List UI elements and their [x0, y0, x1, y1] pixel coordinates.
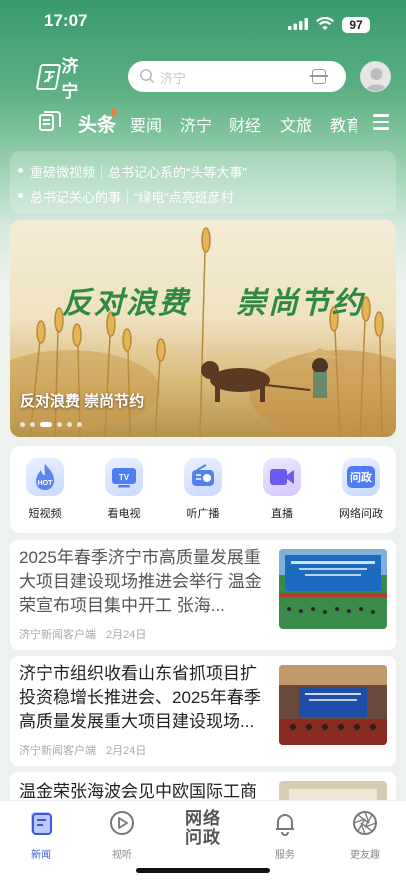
battery-indicator: 97 — [342, 17, 370, 33]
carousel-dot-active — [40, 422, 52, 427]
cellular-signal-icon — [288, 18, 308, 30]
hot-flame-icon: HOT — [26, 458, 64, 496]
news-card[interactable]: 2025年春季济宁市高质量发展重大项目建设现场推进会举行 温金荣宣布项目集中开工… — [10, 540, 396, 650]
banner-headline-right: 崇尚节约 — [236, 286, 364, 321]
quick-short-video[interactable]: HOT 短视频 — [15, 458, 75, 521]
tab-finance[interactable]: 财经 — [229, 112, 261, 136]
nav-label: 新闻 — [31, 850, 51, 861]
aperture-icon — [353, 811, 377, 835]
quick-label: 网络问政 — [339, 508, 383, 520]
live-camera-icon — [263, 458, 301, 496]
menu-icon[interactable] — [373, 114, 389, 130]
bell-icon — [276, 814, 294, 836]
quick-wenzheng[interactable]: 问政 网络问政 — [331, 458, 391, 521]
news-date: 2月24日 — [106, 745, 147, 757]
carousel-dot — [67, 422, 72, 427]
quick-watch-tv[interactable]: TV 看电视 — [94, 458, 154, 521]
banner-carousel[interactable]: 反对浪费 崇尚节约 反对浪费 崇尚节约 — [10, 220, 396, 437]
quick-entry-panel: HOT 短视频 TV 看电视 听广播 直播 问政 网络问政 — [10, 446, 396, 533]
tab-education[interactable]: 教育 — [330, 112, 357, 136]
nav-av[interactable]: 视听 — [92, 809, 152, 861]
tv-icon: TV — [105, 458, 143, 496]
carousel-dot — [77, 422, 82, 427]
nav-wenzheng-bottom: 问政 — [185, 828, 221, 847]
ticker-item[interactable]: 总书记关心的事｜“绿电”点亮班彦村 — [18, 187, 234, 206]
radio-icon — [184, 458, 222, 496]
logo-text: 济宁 — [61, 57, 79, 101]
carousel-dots — [20, 422, 82, 427]
channel-stack-icon[interactable] — [38, 110, 62, 134]
nav-label: 服务 — [275, 850, 295, 861]
carousel-dot — [30, 422, 35, 427]
event-stage-image — [279, 549, 387, 629]
quick-listen-radio[interactable]: 听广播 — [173, 458, 233, 521]
news-thumbnail — [279, 665, 387, 745]
quick-live[interactable]: 直播 — [252, 458, 312, 521]
hot-label: HOT — [38, 480, 54, 487]
nav-wenzheng[interactable]: 网络 问政 — [178, 809, 228, 847]
nav-news[interactable]: 新闻 — [11, 809, 71, 861]
meeting-hall-image — [279, 665, 387, 745]
nav-service[interactable]: 服务 — [255, 809, 315, 861]
hot-badge-icon — [111, 107, 117, 117]
wifi-icon — [316, 17, 334, 30]
news-title: 2025年春季济宁市高质量发展重大项目建设现场推进会举行 温金荣宣布项目集中开工… — [19, 548, 262, 615]
news-card[interactable]: 济宁市组织收看山东省抓项目扩投资稳增长推进会、2025年春季高质量发展重大项目建… — [10, 656, 396, 766]
home-indicator — [136, 868, 270, 873]
news-title: 济宁市组织收看山东省抓项目扩投资稳增长推进会、2025年春季高质量发展重大项目建… — [19, 664, 261, 731]
play-icon — [110, 811, 134, 835]
carousel-dot — [20, 422, 25, 427]
search-icon — [140, 69, 155, 84]
news-meta: 济宁新闻客户端 2月24日 — [19, 742, 146, 758]
nav-fun[interactable]: 更友趣 — [335, 809, 395, 861]
status-time: 17:07 — [44, 11, 88, 30]
search-placeholder: 济宁 — [160, 71, 187, 86]
nav-label: 更友趣 — [350, 850, 380, 861]
news-date: 2月24日 — [106, 629, 147, 641]
avatar[interactable] — [360, 61, 391, 92]
nav-label: 视听 — [112, 850, 132, 861]
tab-news[interactable]: 要闻 — [130, 112, 162, 136]
scan-icon[interactable] — [310, 69, 328, 84]
quick-label: 听广播 — [186, 508, 220, 520]
wenzheng-icon-text: 问政 — [347, 466, 375, 488]
tab-jining[interactable]: 济宁 — [180, 112, 212, 136]
logo-mark-icon — [35, 64, 62, 90]
news-source: 济宁新闻客户端 — [19, 629, 96, 641]
news-ticker[interactable]: 重磅微视频｜总书记心系的“头等大事” 总书记关心的事｜“绿电”点亮班彦村 — [10, 151, 396, 213]
status-bar: 17:07 97 — [0, 0, 406, 44]
news-source: 济宁新闻客户端 — [19, 745, 96, 757]
nav-wenzheng-top: 网络 — [185, 809, 221, 828]
app-logo[interactable]: 济宁 — [35, 57, 94, 101]
quick-label: 短视频 — [28, 508, 62, 520]
tab-culture-travel[interactable]: 文旅 — [280, 112, 312, 136]
news-meta: 济宁新闻客户端 2月24日 — [19, 626, 146, 642]
banner-headline-left: 反对浪费 — [62, 286, 190, 321]
quick-label: 看电视 — [107, 508, 141, 520]
wenzheng-icon: 问政 — [342, 458, 380, 496]
carousel-dot — [57, 422, 62, 427]
search-bar[interactable]: 济宁 — [128, 61, 346, 92]
news-thumbnail — [279, 549, 387, 629]
ticker-item[interactable]: 重磅微视频｜总书记心系的“头等大事” — [18, 162, 247, 181]
channel-tabs: 头条 要闻 济宁 财经 文旅 教育 — [0, 106, 406, 140]
banner-caption: 反对浪费 崇尚节约 — [20, 393, 145, 410]
quick-label: 直播 — [271, 508, 293, 520]
tv-label: TV — [119, 473, 130, 482]
news-icon — [31, 812, 52, 835]
